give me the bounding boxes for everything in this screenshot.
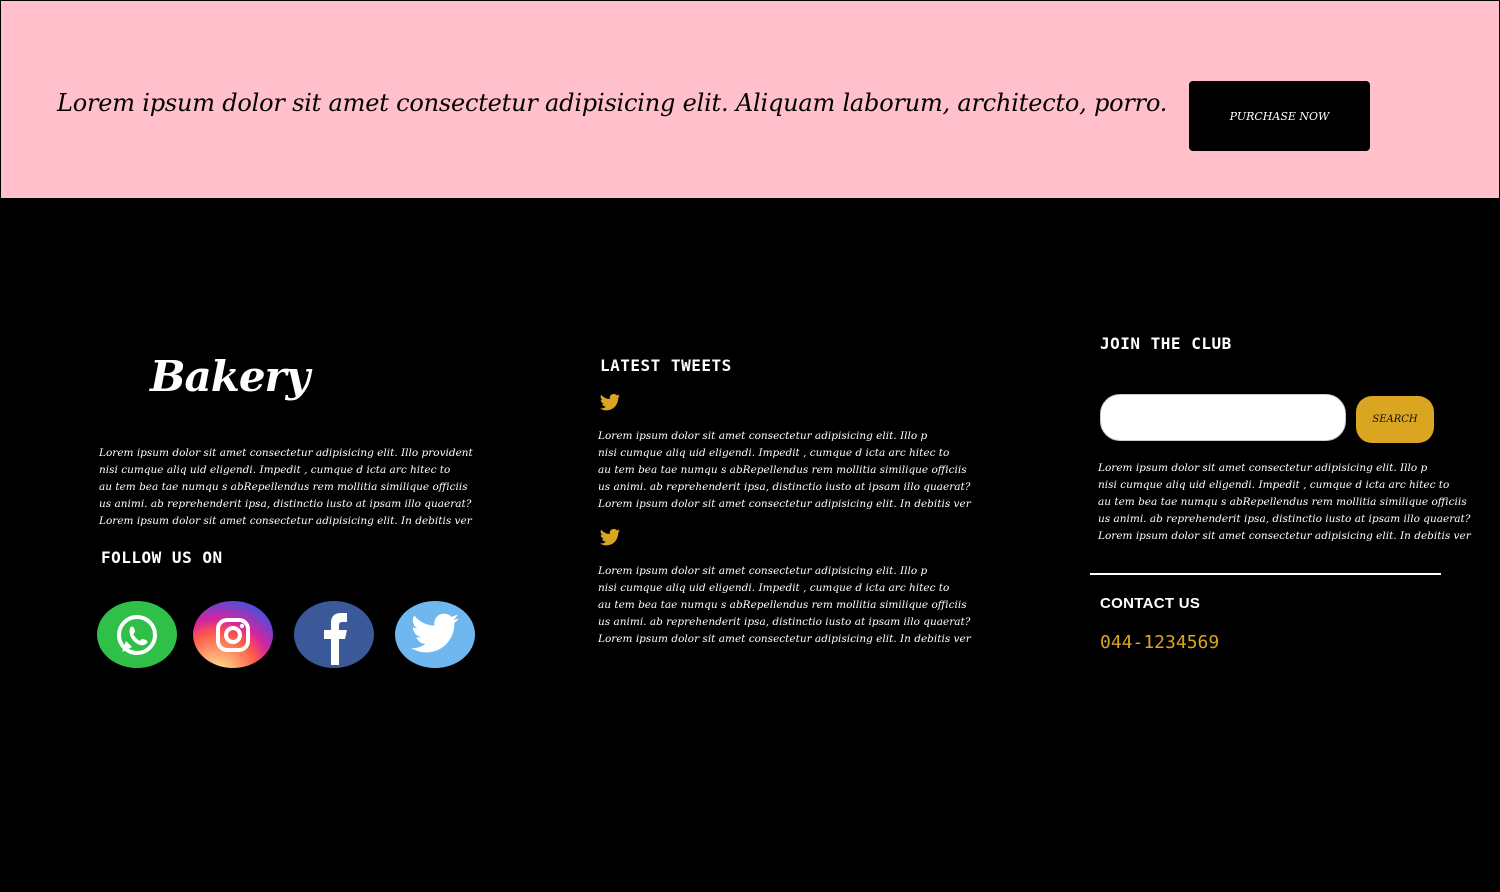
- club-line: au tem bea tae numqu s abRepellendus rem…: [1098, 496, 1467, 508]
- about-paragraph: Lorem ipsum dolor sit amet consectetur a…: [99, 445, 473, 530]
- tweet-line: Lorem ipsum dolor sit amet consectetur a…: [598, 633, 971, 645]
- contact-us-heading: CONTACT US: [1100, 595, 1201, 612]
- facebook-icon[interactable]: [294, 601, 374, 668]
- tweet-line: Lorem ipsum dolor sit amet consectetur a…: [598, 430, 928, 442]
- latest-tweets-heading: LATEST TWEETS: [600, 356, 732, 375]
- about-line: Lorem ipsum dolor sit amet consectetur a…: [99, 447, 473, 459]
- bakery-logo[interactable]: Bakery: [150, 352, 310, 401]
- tweet-line: nisi cumque aliq uid eligendi. Impedit ,…: [598, 582, 950, 594]
- banner-text: Lorem ipsum dolor sit amet consectetur a…: [57, 89, 1168, 117]
- club-line: us animi. ab reprehenderit ipsa, distinc…: [1098, 513, 1471, 525]
- club-line: Lorem ipsum dolor sit amet consectetur a…: [1098, 462, 1428, 474]
- twitter-icon[interactable]: [395, 601, 475, 668]
- club-paragraph: Lorem ipsum dolor sit amet consectetur a…: [1098, 460, 1471, 545]
- purchase-banner: Lorem ipsum dolor sit amet consectetur a…: [1, 1, 1499, 198]
- tweet-line: Lorem ipsum dolor sit amet consectetur a…: [598, 565, 928, 577]
- tweet-line: us animi. ab reprehenderit ipsa, distinc…: [598, 616, 971, 628]
- follow-us-heading: FOLLOW US ON: [101, 548, 223, 567]
- tweet-line: us animi. ab reprehenderit ipsa, distinc…: [598, 481, 971, 493]
- tweet-line: Lorem ipsum dolor sit amet consectetur a…: [598, 498, 971, 510]
- search-button[interactable]: SEARCH: [1356, 396, 1434, 443]
- club-line: nisi cumque aliq uid eligendi. Impedit ,…: [1098, 479, 1450, 491]
- instagram-icon[interactable]: [193, 601, 273, 668]
- tweet-line: nisi cumque aliq uid eligendi. Impedit ,…: [598, 447, 950, 459]
- phone-number[interactable]: 044-1234569: [1100, 632, 1219, 653]
- twitter-icon[interactable]: [599, 393, 621, 413]
- twitter-icon[interactable]: [599, 528, 621, 548]
- about-line: au tem bea tae numqu s abRepellendus rem…: [99, 481, 468, 493]
- tweet-line: au tem bea tae numqu s abRepellendus rem…: [598, 599, 967, 611]
- club-line: Lorem ipsum dolor sit amet consectetur a…: [1098, 530, 1471, 542]
- about-line: Lorem ipsum dolor sit amet consectetur a…: [99, 515, 472, 527]
- divider: [1090, 573, 1441, 575]
- whatsapp-icon[interactable]: [97, 601, 177, 668]
- about-line: nisi cumque aliq uid eligendi. Impedit ,…: [99, 464, 451, 476]
- purchase-now-button[interactable]: PURCHASE NOW: [1189, 81, 1370, 151]
- about-line: us animi. ab reprehenderit ipsa, distinc…: [99, 498, 472, 510]
- tweet-line: au tem bea tae numqu s abRepellendus rem…: [598, 464, 967, 476]
- search-input[interactable]: [1100, 394, 1346, 441]
- tweet-text: Lorem ipsum dolor sit amet consectetur a…: [598, 428, 971, 513]
- tweet-text: Lorem ipsum dolor sit amet consectetur a…: [598, 563, 971, 648]
- join-club-heading: JOIN THE CLUB: [1100, 334, 1232, 353]
